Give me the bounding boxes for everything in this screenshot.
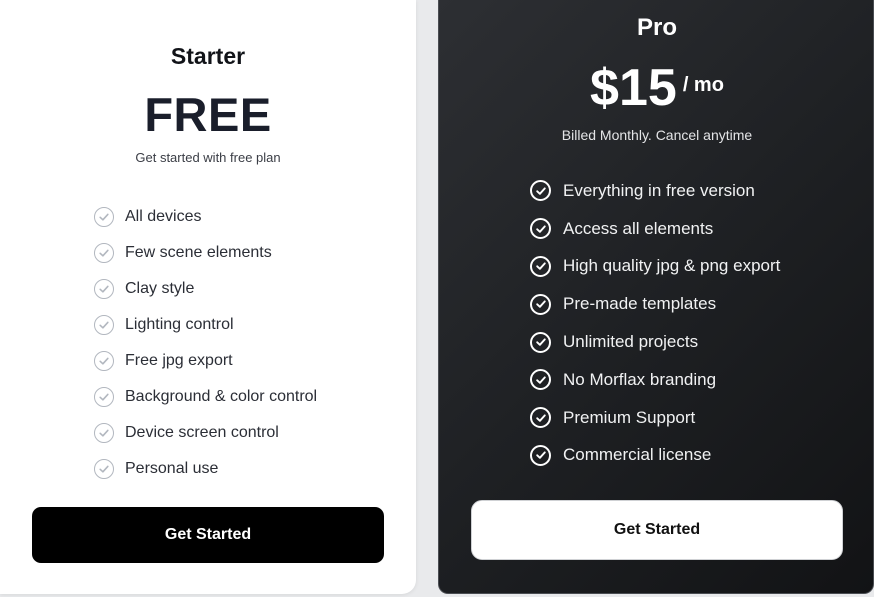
starter-feature-item: All devices: [94, 199, 317, 235]
pro-feature-label: Commercial license: [563, 445, 712, 465]
pro-feature-item: Access all elements: [530, 210, 780, 248]
pro-feature-label: High quality jpg & png export: [563, 256, 781, 276]
pro-get-started-button[interactable]: Get Started: [471, 500, 843, 560]
check-circle-icon: [94, 459, 114, 479]
starter-feature-item: Lighting control: [94, 307, 317, 343]
pro-feature-item: High quality jpg & png export: [530, 248, 780, 286]
check-circle-icon: [530, 331, 551, 353]
starter-feature-label: Few scene elements: [125, 244, 272, 261]
starter-feature-label: Device screen control: [125, 424, 279, 441]
starter-feature-label: All devices: [125, 208, 202, 225]
starter-feature-label: Lighting control: [125, 316, 234, 333]
starter-feature-label: Clay style: [125, 280, 195, 297]
check-circle-icon: [94, 351, 114, 371]
check-circle-icon: [530, 369, 551, 391]
pro-feature-label: Everything in free version: [563, 180, 755, 200]
check-circle-icon: [94, 423, 114, 443]
check-circle-icon: [530, 255, 551, 277]
starter-feature-item: Clay style: [94, 271, 317, 307]
starter-get-started-button[interactable]: Get Started: [32, 507, 384, 563]
starter-plan-price: FREE: [144, 88, 272, 141]
starter-feature-item: Personal use: [94, 451, 317, 487]
starter-feature-label: Free jpg export: [125, 352, 233, 369]
pro-feature-item: Pre-made templates: [530, 285, 780, 323]
check-circle-icon: [530, 407, 551, 429]
pro-feature-list: Everything in free version Access all el…: [530, 172, 780, 474]
pro-plan-subtitle: Billed Monthly. Cancel anytime: [561, 127, 753, 143]
check-circle-icon: [530, 180, 551, 202]
pro-plan-card: Pro $15 / mo Billed Monthly. Cancel anyt…: [438, 0, 874, 594]
pro-feature-label: Unlimited projects: [563, 332, 699, 352]
pro-feature-item: Unlimited projects: [530, 323, 780, 361]
pro-price-period: / mo: [682, 74, 724, 96]
pro-feature-label: Pre-made templates: [563, 294, 717, 314]
starter-feature-label: Personal use: [125, 460, 219, 477]
starter-feature-item: Background & color control: [94, 379, 317, 415]
starter-plan-card: Starter FREE Get started with free plan …: [0, 0, 416, 594]
check-circle-icon: [530, 444, 551, 466]
starter-feature-item: Free jpg export: [94, 343, 317, 379]
check-circle-icon: [530, 218, 551, 240]
pro-price-amount: $15: [590, 59, 677, 117]
check-circle-icon: [94, 315, 114, 335]
pro-plan-name: Pro: [636, 14, 677, 41]
starter-feature-item: Few scene elements: [94, 235, 317, 271]
pro-feature-item: Commercial license: [530, 437, 780, 475]
starter-plan-name: Starter: [170, 43, 246, 69]
pro-feature-label: Premium Support: [563, 407, 696, 427]
pro-feature-label: No Morflax branding: [563, 369, 717, 389]
pricing-section: Starter FREE Get started with free plan …: [0, 0, 874, 597]
check-circle-icon: [94, 243, 114, 263]
starter-feature-label: Background & color control: [125, 388, 318, 405]
starter-feature-list: All devices Few scene elements Clay styl…: [94, 199, 317, 487]
pro-feature-label: Access all elements: [563, 218, 714, 238]
pro-feature-item: Everything in free version: [530, 172, 780, 210]
check-circle-icon: [94, 207, 114, 227]
starter-feature-item: Device screen control: [94, 415, 317, 451]
check-circle-icon: [94, 387, 114, 407]
check-circle-icon: [94, 279, 114, 299]
pro-plan-price: $15 / mo: [439, 58, 874, 118]
pro-feature-item: Premium Support: [530, 399, 780, 437]
pro-feature-item: No Morflax branding: [530, 361, 780, 399]
check-circle-icon: [530, 293, 551, 315]
starter-plan-subtitle: Get started with free plan: [135, 150, 281, 165]
